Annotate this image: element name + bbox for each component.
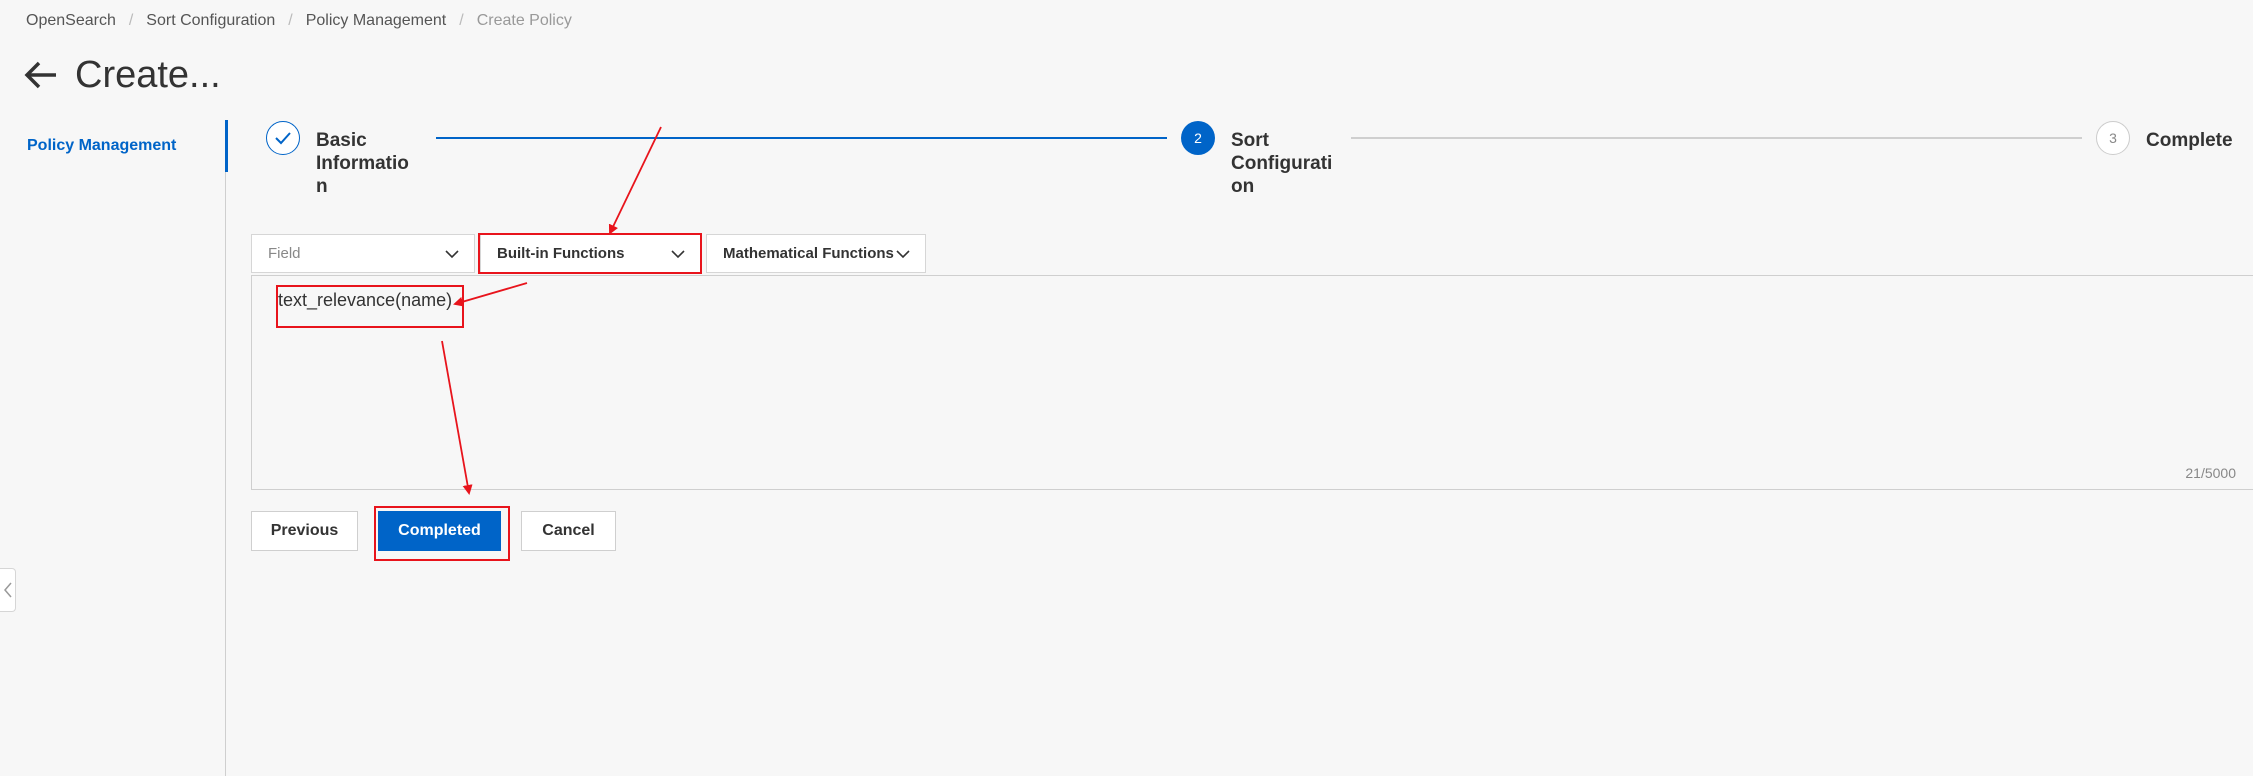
breadcrumb-separator: / [288,12,293,29]
mathematical-functions-select[interactable]: Mathematical Functions [706,234,926,273]
step-connector-1 [436,137,1167,139]
breadcrumb-item-opensearch[interactable]: OpenSearch [26,12,116,30]
mathematical-functions-label: Mathematical Functions [723,245,894,262]
step-connector-2 [1351,137,2082,139]
cancel-button[interactable]: Cancel [521,511,616,551]
sidebar-item-policy-management[interactable]: Policy Management [0,120,228,172]
breadcrumb-item-create-policy: Create Policy [476,12,572,29]
page-title: Create... [75,54,221,96]
annotation-box-expression [276,285,464,328]
breadcrumb-item-sort-configuration[interactable]: Sort Configuration [146,12,275,30]
expression-editor[interactable] [251,275,2253,490]
field-select[interactable]: Field [251,234,475,273]
annotation-arrow-to-builtin [608,126,662,235]
step-1-label: Basic Informatio n [316,130,409,197]
sidebar: Policy Management [0,120,228,776]
step-2-label: Sort Configurati on [1231,130,1333,197]
annotation-box-builtin-functions [478,233,702,274]
step-2-number: 2 [1181,121,1215,155]
annotation-box-completed [374,506,510,561]
sidebar-collapse-button[interactable] [0,568,16,612]
back-arrow-icon[interactable] [24,60,58,90]
check-icon [275,132,291,145]
breadcrumb-item-policy-management[interactable]: Policy Management [306,12,447,30]
field-select-placeholder: Field [268,245,301,262]
step-1-done-icon [266,121,300,155]
breadcrumb-separator: / [128,12,134,29]
character-count: 21/5000 [2185,465,2236,481]
step-3-label: Complete [2146,130,2233,151]
step-3-number: 3 [2096,121,2130,155]
chevron-left-icon [3,582,12,598]
breadcrumb-separator: / [459,12,464,29]
chevron-down-icon [445,250,459,259]
breadcrumb: OpenSearch / Sort Configuration / Policy… [26,9,572,33]
previous-button[interactable]: Previous [251,511,358,551]
chevron-down-icon [896,250,910,259]
